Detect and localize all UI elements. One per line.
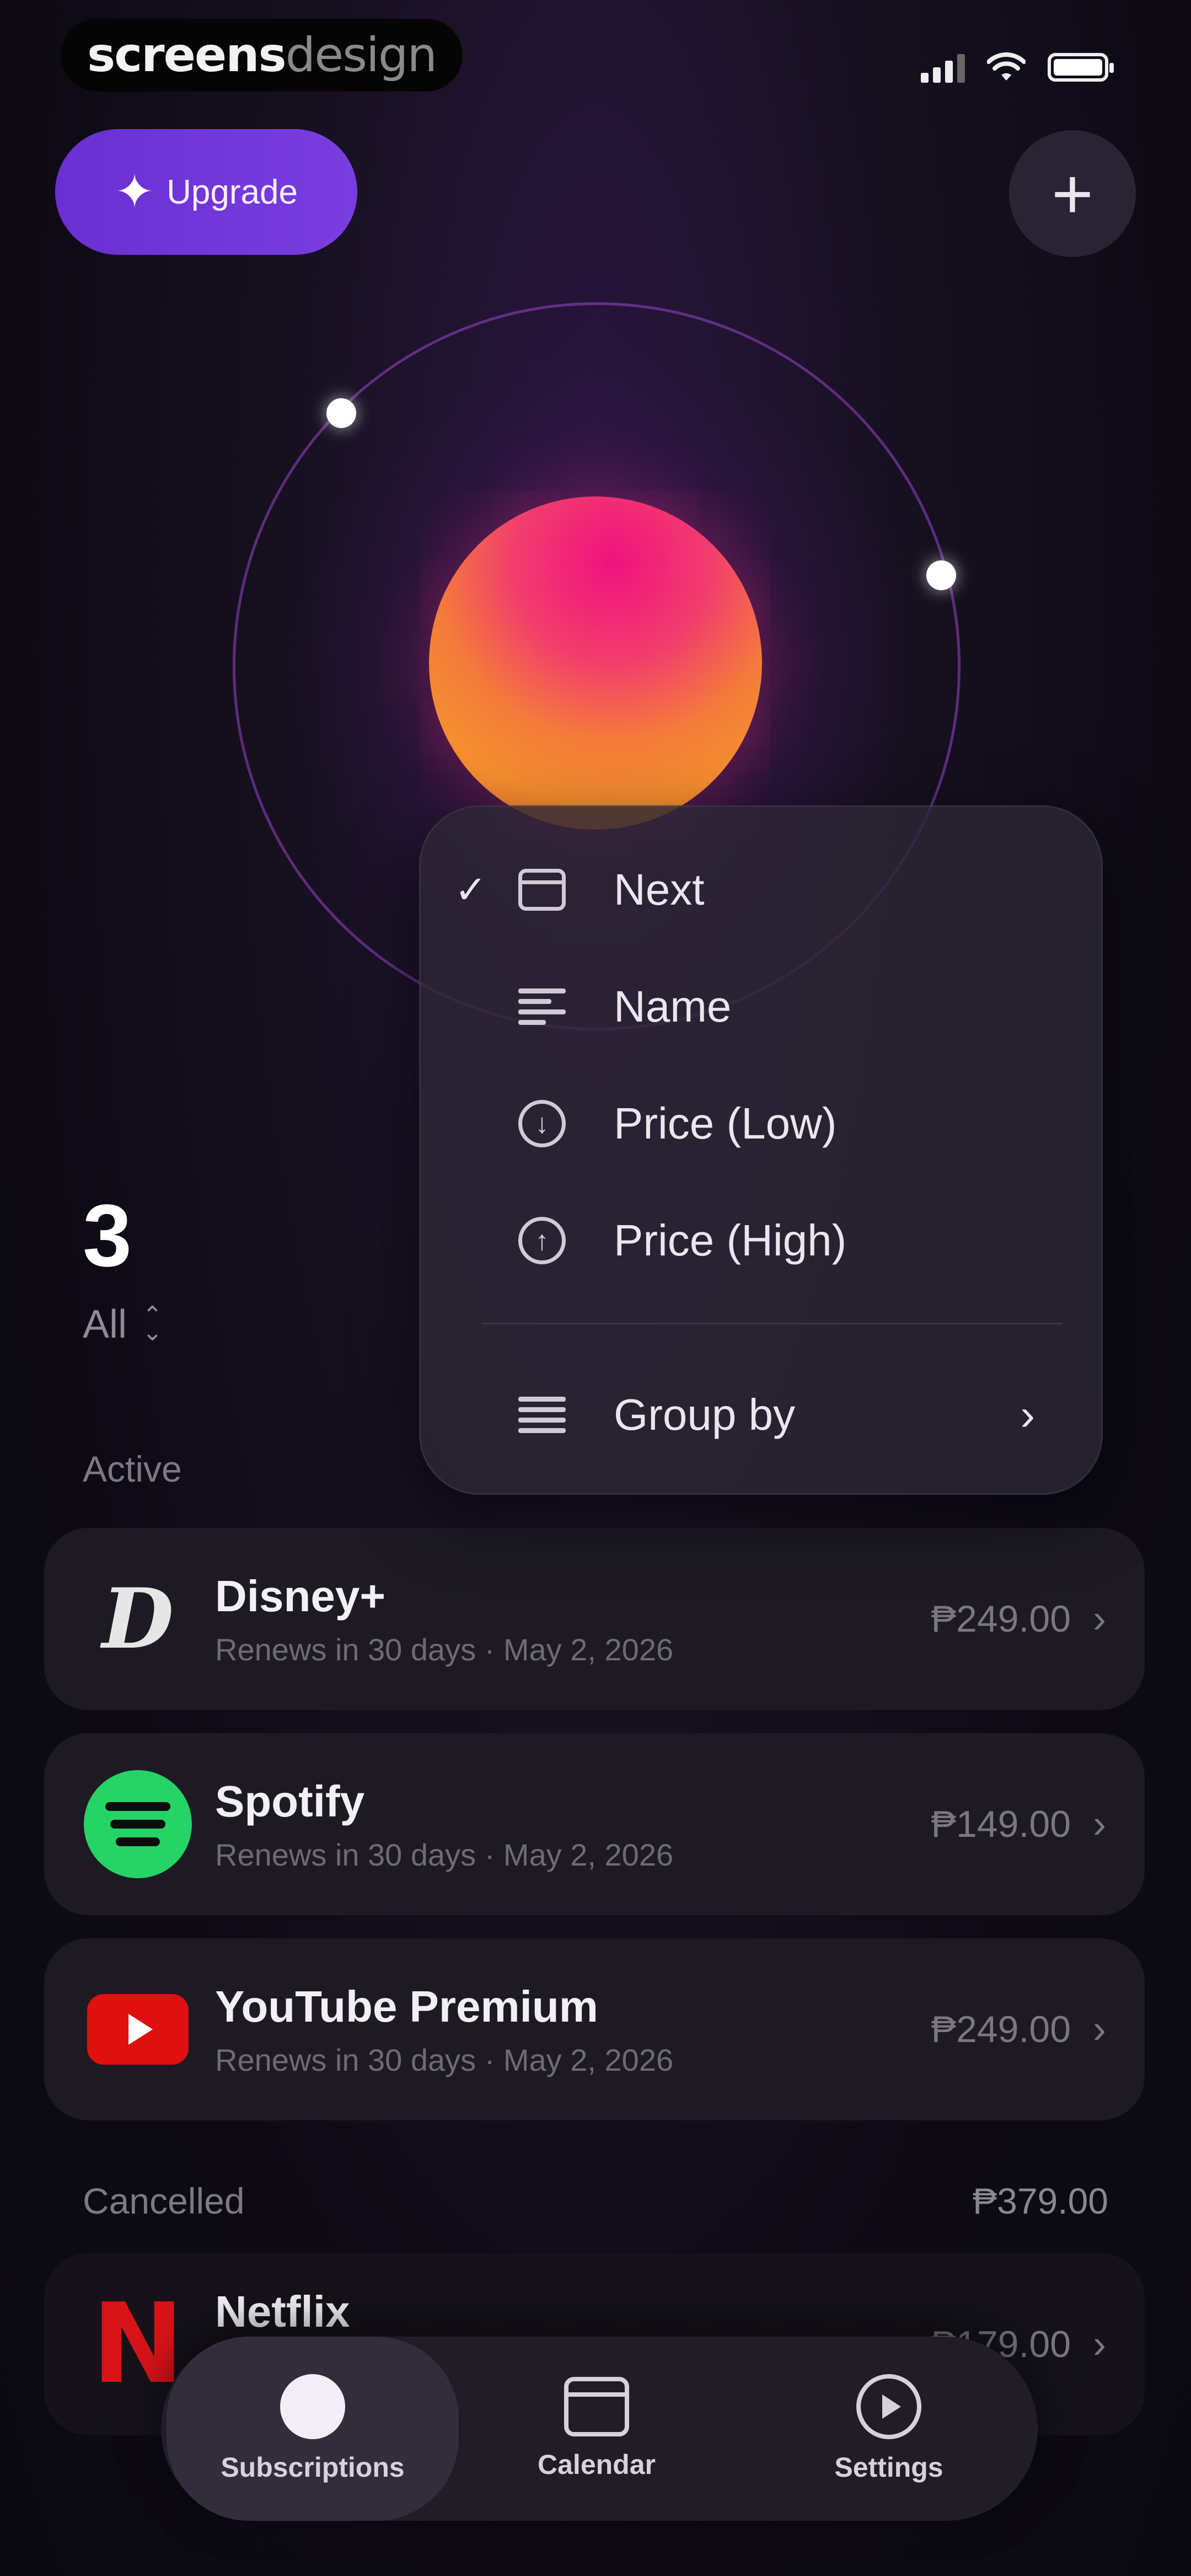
calendar-icon (518, 869, 566, 911)
sort-option-price-high[interactable]: ↑ Price (High) (421, 1185, 1101, 1296)
watermark-part1: screens (87, 28, 287, 83)
section-cancelled-label: Cancelled (83, 2180, 245, 2221)
subscription-price: ₱249.00 (931, 1598, 1071, 1640)
tab-label: Settings (834, 2452, 943, 2483)
sort-option-name[interactable]: Name (421, 952, 1101, 1062)
chevron-right-icon: › (1093, 1597, 1106, 1641)
spotify-icon (83, 1769, 193, 1879)
menu-divider (481, 1323, 1063, 1324)
subscriptions-icon (280, 2374, 345, 2439)
subscription-name: YouTube Premium (215, 1981, 598, 2031)
sort-option-next[interactable]: ✓ Next (421, 835, 1101, 945)
chevron-right-icon: › (1093, 1802, 1106, 1846)
chevron-right-icon: › (1093, 2322, 1106, 2366)
list-icon (518, 1397, 566, 1433)
filter-selector[interactable]: All ⌃ ⌄ (83, 1302, 163, 1347)
tab-settings[interactable]: Settings (773, 2337, 1005, 2521)
sort-option-label: Next (614, 865, 705, 914)
status-bar-icons (921, 52, 1114, 83)
planet-illustration (429, 496, 762, 830)
sparkle-icon: ✦ (115, 165, 155, 218)
subscription-row-spotify[interactable]: Spotify Renews in 30 days · May 2, 2026 … (44, 1733, 1145, 1915)
youtube-icon (83, 1974, 193, 2085)
arrow-up-circle-icon: ↑ (518, 1217, 566, 1264)
disney-icon: D (101, 1570, 174, 1668)
subscription-name: Netflix (215, 2287, 350, 2336)
signal-icon (921, 52, 965, 83)
subscription-price: ₱249.00 (931, 2008, 1071, 2050)
group-by-label: Group by (614, 1390, 796, 1439)
sort-option-label: Price (Low) (614, 1099, 837, 1148)
sort-option-price-low[interactable]: ↓ Price (Low) (421, 1068, 1101, 1179)
orbit-dot (926, 560, 956, 590)
cancelled-total: ₱379.00 (973, 2180, 1108, 2221)
orbit-dot (326, 398, 356, 428)
battery-icon (1048, 53, 1114, 82)
chevron-right-icon: › (1093, 2007, 1106, 2051)
sort-option-label: Price (High) (614, 1216, 847, 1265)
upgrade-label: Upgrade (167, 173, 298, 211)
settings-icon (856, 2374, 921, 2439)
subscription-renewal: Renews in 30 days · May 2, 2026 (215, 2042, 674, 2077)
filter-label: All (83, 1302, 127, 1346)
subscription-price: ₱149.00 (931, 1803, 1071, 1845)
subscription-row-disney[interactable]: D Disney+ Renews in 30 days · May 2, 202… (44, 1528, 1145, 1710)
tab-label: Calendar (538, 2449, 656, 2480)
subscription-name: Disney+ (215, 1571, 386, 1621)
calendar-icon (564, 2377, 629, 2436)
subscription-count: 3 (83, 1186, 132, 1285)
group-by-option[interactable]: Group by › (421, 1360, 1101, 1470)
sort-option-label: Name (614, 982, 732, 1031)
wifi-icon (987, 52, 1026, 81)
arrow-down-circle-icon: ↓ (518, 1100, 566, 1147)
subscription-renewal: Renews in 30 days · May 2, 2026 (215, 1837, 674, 1872)
section-active-label: Active (83, 1449, 182, 1489)
subscription-renewal: Renews in 30 days · May 2, 2026 (215, 1632, 674, 1667)
bottom-nav: Subscriptions Calendar Settings (161, 2337, 1038, 2521)
upgrade-button[interactable]: ✦ Upgrade (55, 129, 357, 255)
chevron-updown-icon: ⌃ ⌄ (142, 1302, 163, 1346)
watermark-part2: design (285, 28, 437, 83)
checkmark-icon: ✓ (454, 868, 487, 911)
subscription-name: Spotify (215, 1776, 365, 1826)
align-left-icon (518, 988, 566, 1025)
watermark-badge: screens design (61, 19, 463, 92)
tab-calendar[interactable]: Calendar (481, 2337, 712, 2521)
chevron-right-icon: › (1020, 1390, 1035, 1439)
tab-label: Subscriptions (221, 2452, 405, 2483)
subscription-row-youtube[interactable]: YouTube Premium Renews in 30 days · May … (44, 1938, 1145, 2120)
add-subscription-button[interactable]: + (1009, 130, 1136, 257)
tab-subscriptions[interactable]: Subscriptions (167, 2337, 459, 2521)
plus-icon: + (1051, 153, 1093, 234)
sort-menu: ✓ Next Name ↓ Price (Low) ↑ Price (High)… (419, 805, 1103, 1495)
